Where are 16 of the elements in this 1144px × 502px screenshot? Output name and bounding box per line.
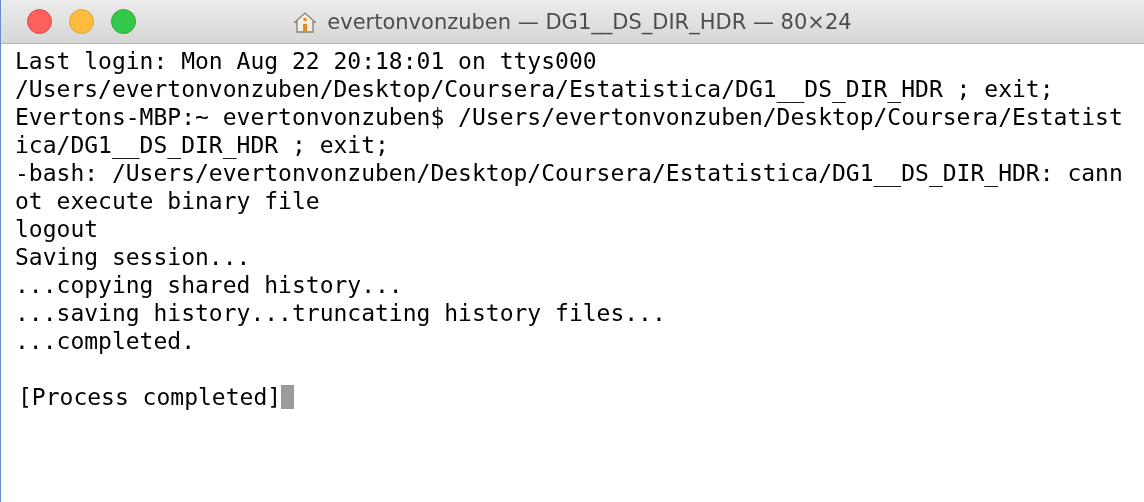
terminal-line: /Users/evertonvonzuben/Desktop/Coursera/Estatistica/DG1__DS_DIR_HDR ; exit;	[15, 75, 1054, 103]
terminal-line: Evertons-MBP:~ evertonvonzuben$ /Users/evertonvonzuben/Desktop/Coursera/Estatist	[15, 103, 1123, 131]
close-button[interactable]	[27, 9, 52, 34]
terminal-line: logout	[15, 215, 99, 243]
terminal-line: ot execute binary file	[15, 187, 320, 215]
terminal-line: -bash: /Users/evertonvonzuben/Desktop/Coursera/Estatistica/DG1__DS_DIR_HDR: cann	[15, 159, 1123, 187]
terminal-line: ...copying shared history...	[15, 271, 403, 299]
terminal-line: [Process completed]	[18, 383, 282, 411]
terminal-line: ...completed.	[15, 327, 195, 355]
zoom-button[interactable]	[111, 9, 136, 34]
terminal-line: ...saving history...truncating history files...	[15, 299, 666, 327]
minimize-button[interactable]	[69, 9, 94, 34]
terminal-line: Saving session...	[15, 243, 251, 271]
window-title: evertonvonzuben — DG1__DS_DIR_HDR — 80×24	[327, 9, 852, 34]
terminal-line: Last login: Mon Aug 22 20:18:01 on ttys000	[15, 47, 597, 75]
terminal-line: ica/DG1__DS_DIR_HDR ; exit;	[15, 131, 389, 159]
